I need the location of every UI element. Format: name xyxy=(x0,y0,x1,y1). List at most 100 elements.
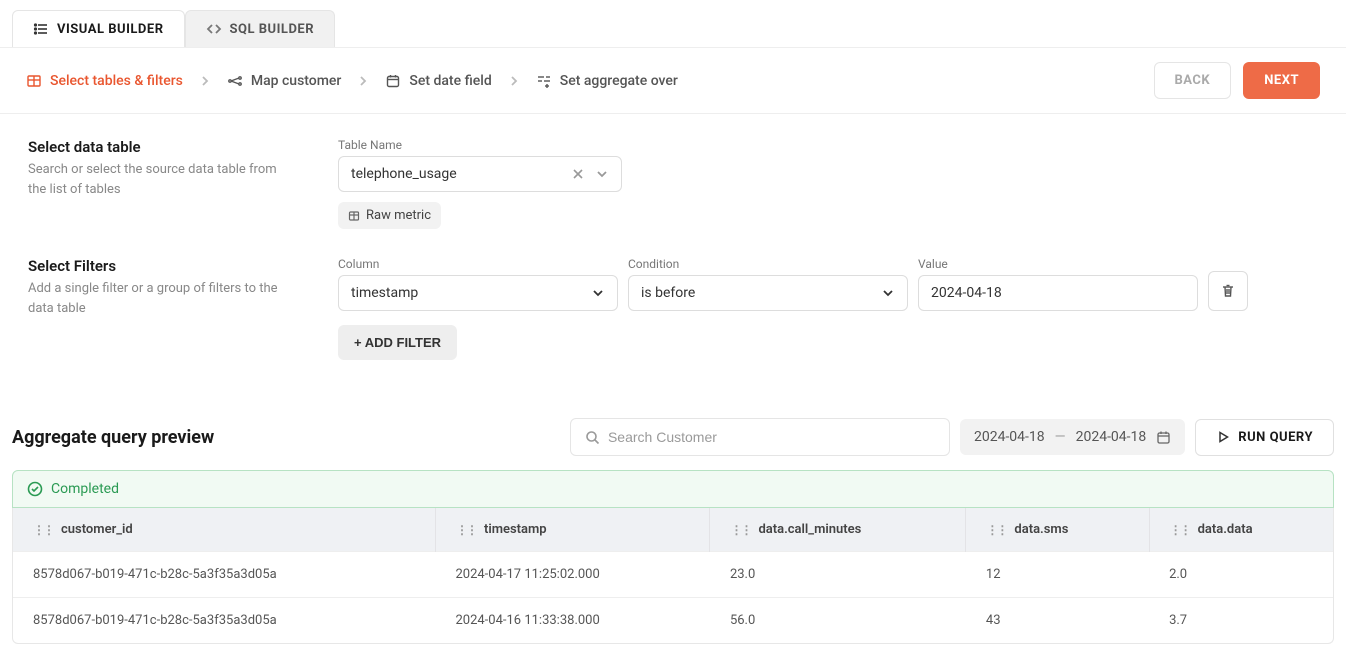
step-label: Set date field xyxy=(409,73,491,89)
clear-icon[interactable] xyxy=(571,167,585,181)
wizard-steps: Select tables & filters Map customer xyxy=(26,73,678,89)
calendar-icon xyxy=(385,73,401,89)
chip-label: Raw metric xyxy=(366,208,431,223)
select-table-row: Select data table Search or select the s… xyxy=(28,138,1318,229)
table-header-cell[interactable]: ⋮⋮ data.call_minutes xyxy=(710,508,966,552)
select-filters-title: Select Filters xyxy=(28,257,298,275)
map-icon xyxy=(227,73,243,89)
step-label: Select tables & filters xyxy=(50,73,183,89)
table-name-value: telephone_usage xyxy=(351,166,457,182)
filter-column-value: timestamp xyxy=(351,285,418,301)
date-separator: — xyxy=(1055,429,1066,445)
results-table: ⋮⋮ customer_id ⋮⋮ timestamp ⋮⋮ data.call_minu… xyxy=(13,508,1333,643)
next-button-label: NEXT xyxy=(1264,73,1299,88)
preview-controls: 2024-04-18 — 2024-04-18 RUN QUERY xyxy=(570,418,1334,456)
step-set-aggregate[interactable]: Set aggregate over xyxy=(536,73,678,89)
results-table-wrap: ⋮⋮ customer_id ⋮⋮ timestamp ⋮⋮ data.call_minu… xyxy=(12,508,1334,644)
table-header-cell[interactable]: ⋮⋮ customer_id xyxy=(13,508,435,552)
raw-metric-chip[interactable]: Raw metric xyxy=(338,202,441,229)
table-header-cell[interactable]: ⋮⋮ timestamp xyxy=(435,508,709,552)
search-customer-box[interactable] xyxy=(570,418,950,456)
column-header-label: data.call_minutes xyxy=(758,522,861,537)
wizard-nav-buttons: BACK NEXT xyxy=(1154,62,1321,99)
next-button[interactable]: NEXT xyxy=(1243,62,1320,99)
run-query-label: RUN QUERY xyxy=(1238,430,1313,445)
chevron-down-icon[interactable] xyxy=(881,286,895,300)
step-set-date[interactable]: Set date field xyxy=(385,73,491,89)
table-cell: 2.0 xyxy=(1149,552,1333,598)
table-cell: 2024-04-17 11:25:02.000 xyxy=(435,552,709,598)
aggregate-icon xyxy=(536,73,552,89)
filter-value-input[interactable]: 2024-04-18 xyxy=(918,275,1198,311)
chevron-down-icon[interactable] xyxy=(595,167,609,181)
run-query-button[interactable]: RUN QUERY xyxy=(1195,419,1334,456)
chevron-down-icon[interactable] xyxy=(591,286,605,300)
date-to: 2024-04-18 xyxy=(1076,429,1147,445)
table-name-select[interactable]: telephone_usage xyxy=(338,156,622,192)
column-header-label: data.data xyxy=(1198,522,1253,537)
table-body: 8578d067-b019-471c-b28c-5a3f35a3d05a2024… xyxy=(13,552,1333,644)
play-icon xyxy=(1216,430,1230,444)
filter-condition-label: Condition xyxy=(628,257,908,271)
drag-handle-icon[interactable]: ⋮⋮ xyxy=(730,523,750,537)
filter-condition-select[interactable]: is before xyxy=(628,275,908,311)
table-row[interactable]: 8578d067-b019-471c-b28c-5a3f35a3d05a2024… xyxy=(13,598,1333,644)
tab-visual-builder[interactable]: VISUAL BUILDER xyxy=(12,10,185,47)
column-header-label: customer_id xyxy=(61,522,133,537)
table-cell: 8578d067-b019-471c-b28c-5a3f35a3d05a xyxy=(13,552,435,598)
drag-handle-icon[interactable]: ⋮⋮ xyxy=(456,523,476,537)
table-cell: 8578d067-b019-471c-b28c-5a3f35a3d05a xyxy=(13,598,435,644)
step-map-customer[interactable]: Map customer xyxy=(227,73,342,89)
table-header-cell[interactable]: ⋮⋮ data.sms xyxy=(966,508,1149,552)
filter-row: Column timestamp Condition is before xyxy=(338,257,1318,311)
calendar-icon xyxy=(1156,430,1171,445)
preview-header: Aggregate query preview 2024-04-18 — 202… xyxy=(0,400,1346,470)
back-button: BACK xyxy=(1154,62,1232,99)
column-header-label: data.sms xyxy=(1014,522,1068,537)
column-header-label: timestamp xyxy=(484,522,547,537)
config-section: Select data table Search or select the s… xyxy=(0,114,1346,400)
tab-visual-label: VISUAL BUILDER xyxy=(57,22,164,37)
filter-column-select[interactable]: timestamp xyxy=(338,275,618,311)
preview-title: Aggregate query preview xyxy=(12,427,214,448)
chevron-right-icon xyxy=(357,75,369,87)
select-table-controls: Table Name telephone_usage xyxy=(338,138,1318,229)
status-banner: Completed xyxy=(12,470,1334,508)
check-circle-icon xyxy=(27,481,43,497)
select-filters-label: Select Filters Add a single filter or a … xyxy=(28,257,298,318)
filter-value-text: 2024-04-18 xyxy=(931,285,1002,301)
table-cell: 56.0 xyxy=(710,598,966,644)
date-range-picker[interactable]: 2024-04-18 — 2024-04-18 xyxy=(960,419,1185,455)
table-cell: 12 xyxy=(966,552,1149,598)
step-label: Map customer xyxy=(251,73,342,89)
tab-sql-label: SQL BUILDER xyxy=(230,22,315,37)
step-label: Set aggregate over xyxy=(560,73,678,89)
filter-column-label: Column xyxy=(338,257,618,271)
add-filter-label: + ADD FILTER xyxy=(354,335,441,350)
select-filters-desc: Add a single filter or a group of filter… xyxy=(28,279,298,318)
select-table-desc: Search or select the source data table f… xyxy=(28,160,298,199)
list-icon xyxy=(33,21,49,37)
tab-sql-builder[interactable]: SQL BUILDER xyxy=(185,10,336,47)
table-header-cell[interactable]: ⋮⋮ data.data xyxy=(1149,508,1333,552)
table-cell: 23.0 xyxy=(710,552,966,598)
table-cell: 43 xyxy=(966,598,1149,644)
date-from: 2024-04-18 xyxy=(974,429,1045,445)
delete-filter-button[interactable] xyxy=(1208,271,1248,311)
chevron-right-icon xyxy=(508,75,520,87)
drag-handle-icon[interactable]: ⋮⋮ xyxy=(33,523,53,537)
status-text: Completed xyxy=(51,481,119,497)
search-customer-input[interactable] xyxy=(608,429,935,445)
step-select-tables[interactable]: Select tables & filters xyxy=(26,73,183,89)
select-table-label: Select data table Search or select the s… xyxy=(28,138,298,199)
table-header-row: ⋮⋮ customer_id ⋮⋮ timestamp ⋮⋮ data.call_minu… xyxy=(13,508,1333,552)
drag-handle-icon[interactable]: ⋮⋮ xyxy=(1170,523,1190,537)
drag-handle-icon[interactable]: ⋮⋮ xyxy=(986,523,1006,537)
filter-condition-value: is before xyxy=(641,285,695,301)
search-icon xyxy=(585,430,600,445)
wizard-steps-bar: Select tables & filters Map customer xyxy=(0,47,1346,114)
select-filters-controls: Column timestamp Condition is before xyxy=(338,257,1318,360)
table-row[interactable]: 8578d067-b019-471c-b28c-5a3f35a3d05a2024… xyxy=(13,552,1333,598)
add-filter-button[interactable]: + ADD FILTER xyxy=(338,325,457,360)
chevron-right-icon xyxy=(199,75,211,87)
